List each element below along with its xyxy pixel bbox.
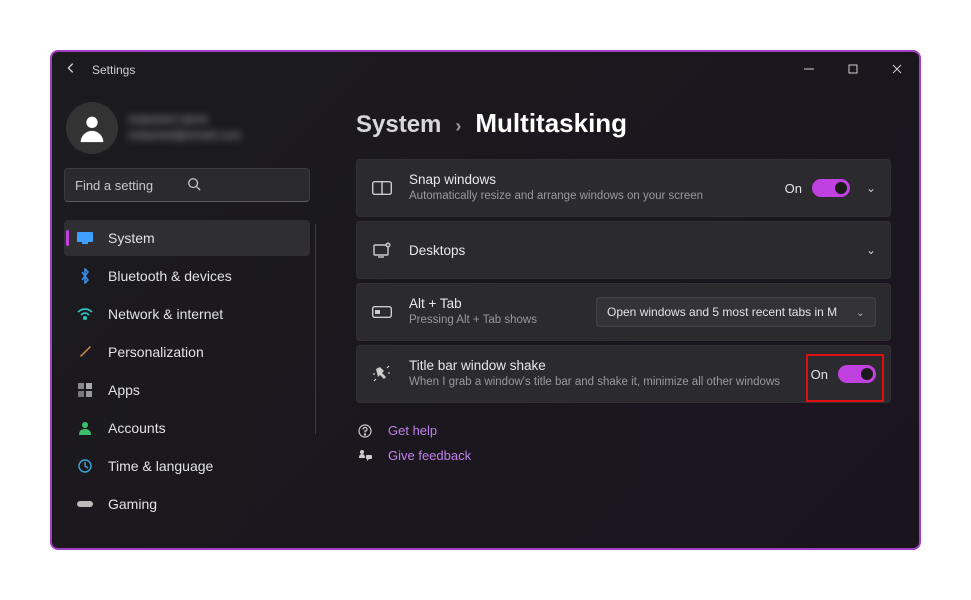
desktops-icon <box>371 242 393 258</box>
card-title-bar-shake[interactable]: Title bar window shake When I grab a win… <box>356 345 891 403</box>
breadcrumb-parent[interactable]: System <box>356 111 441 139</box>
alttab-icon <box>371 306 393 318</box>
nav-label: Accounts <box>108 420 166 436</box>
card-desktops[interactable]: Desktops ⌄ <box>356 221 891 279</box>
shake-icon <box>371 365 393 383</box>
sidebar-item-personalization[interactable]: Personalization <box>64 334 310 370</box>
sidebar-item-apps[interactable]: Apps <box>64 372 310 408</box>
chevron-right-icon: › <box>455 116 461 137</box>
search-input[interactable]: Find a setting <box>64 168 310 202</box>
link-label: Give feedback <box>388 448 471 463</box>
apps-icon <box>76 381 94 399</box>
get-help-link[interactable]: Get help <box>356 423 891 438</box>
help-icon <box>356 424 374 438</box>
wifi-icon <box>76 305 94 323</box>
give-feedback-link[interactable]: Give feedback <box>356 448 891 463</box>
minimize-button[interactable] <box>787 53 831 85</box>
chevron-down-icon[interactable]: ⌄ <box>866 243 876 257</box>
card-title: Snap windows <box>409 172 769 187</box>
dropdown-value: Open windows and 5 most recent tabs in M <box>607 305 837 319</box>
page-title: Multitasking <box>475 108 627 139</box>
profile-text: redacted name redacted@email.com <box>128 112 242 143</box>
bluetooth-icon <box>76 267 94 285</box>
sidebar-item-bluetooth[interactable]: Bluetooth & devices <box>64 258 310 294</box>
card-title: Desktops <box>409 243 844 258</box>
close-button[interactable] <box>875 53 919 85</box>
settings-window: Settings redacted name redacted@email.co… <box>50 50 921 550</box>
nav-label: Gaming <box>108 496 157 512</box>
clock-icon <box>76 457 94 475</box>
nav-label: Personalization <box>108 344 204 360</box>
back-icon[interactable] <box>64 61 78 78</box>
person-icon <box>76 419 94 437</box>
card-title: Title bar window shake <box>409 358 795 373</box>
nav-divider <box>315 224 316 434</box>
alttab-dropdown[interactable]: Open windows and 5 most recent tabs in M… <box>596 297 876 327</box>
sidebar: redacted name redacted@email.com Find a … <box>52 86 322 548</box>
snap-icon <box>371 181 393 195</box>
sidebar-item-network[interactable]: Network & internet <box>64 296 310 332</box>
card-subtitle: Automatically resize and arrange windows… <box>409 189 769 205</box>
window-title: Settings <box>92 63 135 77</box>
card-alt-tab[interactable]: Alt + Tab Pressing Alt + Tab shows Open … <box>356 283 891 341</box>
titlebar: Settings <box>52 52 919 86</box>
snap-toggle[interactable] <box>812 179 850 197</box>
sidebar-item-accounts[interactable]: Accounts <box>64 410 310 446</box>
search-placeholder: Find a setting <box>75 178 187 193</box>
link-label: Get help <box>388 423 437 438</box>
brush-icon <box>76 343 94 361</box>
toggle-state: On <box>785 181 802 196</box>
breadcrumb: System › Multitasking <box>356 108 891 139</box>
sidebar-item-system[interactable]: System <box>64 220 310 256</box>
nav-label: Apps <box>108 382 140 398</box>
chevron-down-icon: ⌄ <box>856 306 865 319</box>
nav: System Bluetooth & devices Network & int… <box>64 220 310 522</box>
gamepad-icon <box>76 495 94 513</box>
main-panel: System › Multitasking Snap windows Autom… <box>322 86 919 548</box>
shake-toggle[interactable] <box>838 365 876 383</box>
avatar <box>66 102 118 154</box>
card-subtitle: When I grab a window's title bar and sha… <box>409 375 795 391</box>
nav-label: Time & language <box>108 458 213 474</box>
profile[interactable]: redacted name redacted@email.com <box>64 100 310 168</box>
nav-label: Bluetooth & devices <box>108 268 232 284</box>
nav-label: Network & internet <box>108 306 223 322</box>
card-title: Alt + Tab <box>409 296 580 311</box>
maximize-button[interactable] <box>831 53 875 85</box>
chevron-down-icon[interactable]: ⌄ <box>866 181 876 195</box>
sidebar-item-gaming[interactable]: Gaming <box>64 486 310 522</box>
nav-label: System <box>108 230 155 246</box>
search-icon <box>187 177 299 194</box>
feedback-icon <box>356 449 374 463</box>
card-snap-windows[interactable]: Snap windows Automatically resize and ar… <box>356 159 891 217</box>
card-subtitle: Pressing Alt + Tab shows <box>409 313 580 329</box>
display-icon <box>76 229 94 247</box>
toggle-state: On <box>811 367 828 382</box>
sidebar-item-time[interactable]: Time & language <box>64 448 310 484</box>
